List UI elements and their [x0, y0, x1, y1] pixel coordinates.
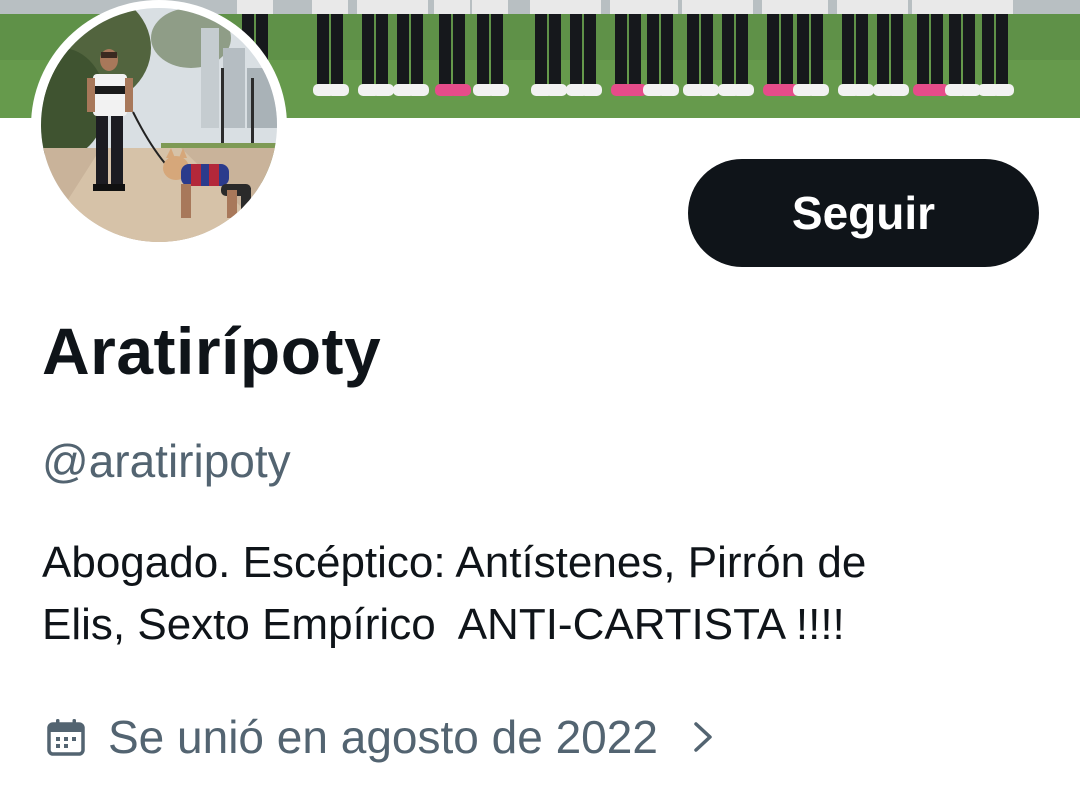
banner-player-shorts — [565, 0, 601, 14]
banner-player-sock — [891, 4, 903, 84]
banner-player-shorts — [912, 0, 948, 14]
banner-player-sock — [856, 4, 868, 84]
banner-player-sock — [570, 4, 582, 84]
banner-player-shorts — [312, 0, 348, 14]
banner-player-boot — [487, 84, 509, 96]
joined-date-text: Se unió en agosto de 2022 — [108, 711, 658, 763]
banner-player-sock — [963, 4, 975, 84]
banner-player-sock — [797, 4, 809, 84]
follow-button[interactable]: Seguir — [688, 159, 1039, 267]
banner-player-sock — [996, 4, 1008, 84]
profile-page: Seguir Aratirípoty @aratiripoty Abogado.… — [0, 0, 1080, 795]
banner-player-shorts — [977, 0, 1013, 14]
banner-player-shorts — [392, 0, 428, 14]
banner-player-boot — [407, 84, 429, 96]
banner-player-sock — [877, 4, 889, 84]
banner-player-shorts — [682, 0, 718, 14]
user-handle: @aratiripoty — [42, 435, 291, 487]
joined-date-row[interactable]: Se unió en agosto de 2022 — [46, 704, 718, 770]
banner-player-sock — [722, 4, 734, 84]
banner-player-shorts — [237, 0, 273, 14]
bio-line: Elis, Sexto Empírico ANTI-CARTISTA !!!! — [42, 600, 845, 649]
banner-player-sock — [376, 4, 388, 84]
banner-player-sock — [629, 4, 641, 84]
banner-player-sock — [439, 4, 451, 84]
banner-player-boot — [887, 84, 909, 96]
banner-player-sock — [931, 4, 943, 84]
banner-player-sock — [661, 4, 673, 84]
banner-player-sock — [362, 4, 374, 84]
banner-player-sock — [584, 4, 596, 84]
avatar-photo — [41, 8, 277, 242]
banner-player-sock — [331, 4, 343, 84]
banner-player-shorts — [642, 0, 678, 14]
banner-player-sock — [535, 4, 547, 84]
banner-player-sock — [491, 4, 503, 84]
banner-player-boot — [580, 84, 602, 96]
banner-player-boot — [327, 84, 349, 96]
calendar-icon — [47, 719, 85, 756]
banner-player-shorts — [472, 0, 508, 14]
banner-player-shorts — [944, 0, 980, 14]
avatar[interactable] — [31, 0, 287, 252]
banner-player-sock — [917, 4, 929, 84]
banner-player-sock — [701, 4, 713, 84]
banner-player-shorts — [837, 0, 873, 14]
banner-player-sock — [767, 4, 779, 84]
banner-player-sock — [615, 4, 627, 84]
banner-player-sock — [687, 4, 699, 84]
banner-player-sock — [811, 4, 823, 84]
chevron-right-icon — [694, 722, 712, 752]
banner-player-boot — [807, 84, 829, 96]
banner-player-sock — [842, 4, 854, 84]
banner-player-boot — [545, 84, 567, 96]
banner-player-sock — [982, 4, 994, 84]
banner-player-sock — [477, 4, 489, 84]
banner-player-sock — [317, 4, 329, 84]
banner-player-sock — [736, 4, 748, 84]
banner-player-sock — [453, 4, 465, 84]
banner-player-boot — [697, 84, 719, 96]
display-name: Aratirípoty — [42, 314, 382, 388]
banner-player-shorts — [530, 0, 566, 14]
banner-player-shorts — [434, 0, 470, 14]
banner-player-shorts — [792, 0, 828, 14]
banner-player-shorts — [717, 0, 753, 14]
banner-player-sock — [647, 4, 659, 84]
profile-bio: Abogado. Escéptico: Antístenes, Pirrón d… — [42, 532, 1052, 656]
banner-player-shorts — [610, 0, 646, 14]
banner-player-shorts — [872, 0, 908, 14]
banner-player-sock — [549, 4, 561, 84]
banner-player-sock — [781, 4, 793, 84]
banner-player-sock — [949, 4, 961, 84]
banner-player-sock — [397, 4, 409, 84]
banner-player-boot — [732, 84, 754, 96]
banner-player-boot — [449, 84, 471, 96]
banner-player-boot — [992, 84, 1014, 96]
banner-player-boot — [852, 84, 874, 96]
banner-player-boot — [657, 84, 679, 96]
banner-player-shorts — [357, 0, 393, 14]
banner-player-boot — [372, 84, 394, 96]
bio-line: Abogado. Escéptico: Antístenes, Pirrón d… — [42, 538, 867, 587]
banner-player-sock — [411, 4, 423, 84]
banner-player-boot — [959, 84, 981, 96]
